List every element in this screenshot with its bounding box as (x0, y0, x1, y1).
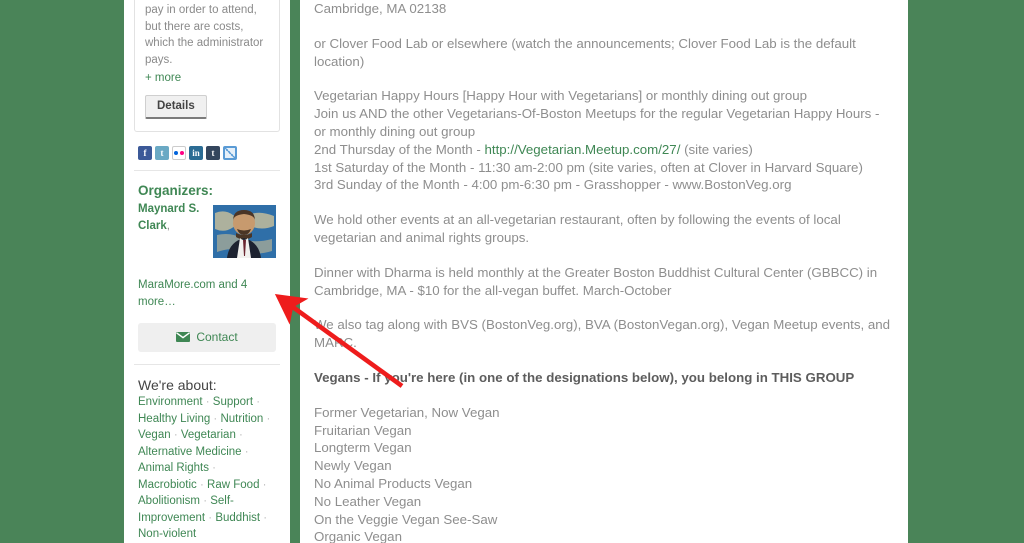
paragraph-schedule: 2nd Thursday of the Month - http://Veget… (314, 141, 894, 194)
paragraph-happy-hours: Vegetarian Happy Hours [Happy Hour with … (314, 87, 894, 140)
contact-button-label: Contact (196, 330, 238, 344)
organizers-section: Organizers: Maynard S. Clark, MaraMore.c… (124, 171, 290, 364)
tag-separator: · (170, 429, 181, 441)
organizer-block: Maynard S. Clark, (138, 201, 276, 265)
paragraph-tag-along: We also tag along with BVS (BostonVeg.or… (314, 317, 891, 351)
happy-hours-line-2: Join us AND the other Vegetarians-Of-Bos… (314, 106, 880, 139)
about-card: pay in order to attend, but there are co… (134, 0, 280, 132)
topic-tag[interactable]: Alternative Medicine (138, 446, 242, 458)
tag-separator: · (196, 478, 208, 491)
topic-tag[interactable]: Support (213, 396, 253, 408)
schedule-thursday-suffix: (site varies) (680, 141, 753, 157)
designation-item: Organic Vegan (314, 529, 402, 543)
schedule-sunday: 3rd Sunday of the Month - 4:00 pm-6:30 p… (314, 177, 792, 193)
organizer-name[interactable]: Maynard S. Clark, (138, 201, 214, 235)
envelope-icon (176, 332, 191, 342)
topic-tag[interactable]: Abolitionism (138, 495, 200, 507)
tag-separator: · (210, 412, 221, 425)
social-share-row: f t in t (124, 132, 290, 170)
tag-separator: · (260, 511, 268, 524)
topic-tag[interactable]: Animal Rights (138, 462, 209, 474)
address-line: Cambridge, MA 02138 (314, 1, 447, 16)
topic-tag[interactable]: Vegan (138, 429, 171, 441)
column-divider (290, 0, 300, 543)
topic-tag[interactable]: Raw Food (207, 479, 259, 491)
avatar (213, 205, 276, 258)
details-button[interactable]: Details (145, 95, 207, 119)
designation-item: On the Veggie Vegan See-Saw (314, 511, 498, 527)
organizer-photo[interactable] (213, 205, 276, 258)
tag-separator: · (200, 495, 211, 507)
schedule-saturday: 1st Saturday of the Month - 11:30 am-2:0… (314, 159, 863, 175)
topic-tag[interactable]: Non-violent Communication (138, 528, 218, 543)
topic-tag[interactable]: Macrobiotic (138, 479, 197, 491)
topic-tag[interactable]: Environment (138, 396, 203, 408)
organizer-more-link[interactable]: MaraMore.com and 4 more… (138, 277, 276, 311)
organizer-name-suffix: , (166, 220, 170, 232)
meetup-share-icon[interactable] (223, 146, 237, 160)
tag-separator: · (263, 412, 271, 425)
tag-separator: · (235, 429, 243, 441)
paragraph-location-note: or Clover Food Lab or elsewhere (watch t… (314, 35, 856, 69)
topic-tag-list: Environment · Support · Healthy Living ·… (138, 394, 276, 543)
designation-item: Newly Vegan (314, 458, 392, 474)
tag-separator: · (259, 478, 267, 491)
designation-list: Former Vegetarian, Now Vegan Fruitarian V… (314, 404, 894, 543)
topic-tag[interactable]: Healthy Living (138, 413, 210, 425)
tag-separator: · (253, 396, 261, 408)
topic-tag[interactable]: Buddhist (215, 512, 260, 524)
group-description: Cambridge, MA 02138 or Clover Food Lab o… (314, 0, 894, 543)
more-link[interactable]: + more (145, 72, 181, 84)
about-heading: We're about: (138, 377, 217, 393)
paragraph-dharma: Dinner with Dharma is held monthly at th… (314, 264, 878, 298)
sidebar: pay in order to attend, but there are co… (124, 0, 290, 543)
designation-item: No Animal Products Vegan (314, 475, 473, 491)
schedule-thursday-prefix: 2nd Thursday of the Month - (314, 141, 485, 157)
flickr-icon[interactable] (172, 146, 186, 160)
page-column: pay in order to attend, but there are co… (124, 0, 908, 543)
tag-separator: · (241, 445, 249, 458)
about-card-text: pay in order to attend, but there are co… (145, 4, 264, 66)
contact-button[interactable]: Contact (138, 323, 276, 352)
about-section: We're about: Environment · Support · Hea… (124, 365, 290, 543)
happy-hours-line-1: Vegetarian Happy Hours [Happy Hour with … (314, 88, 808, 104)
designation-item: No Leather Vegan (314, 493, 422, 509)
tumblr-icon[interactable]: t (206, 146, 220, 160)
topic-tag[interactable]: Vegetarian (181, 429, 236, 441)
vegans-callout: Vegans - If you're here (in one of the d… (314, 369, 855, 385)
designation-item: Longterm Vegan (314, 440, 412, 456)
tag-separator: · (205, 511, 216, 524)
screenshot-root: pay in order to attend, but there are co… (0, 0, 1024, 543)
tag-separator: · (208, 462, 216, 474)
twitter-icon[interactable]: t (155, 146, 169, 160)
meetup-link[interactable]: http://Vegetarian.Meetup.com/27/ (485, 142, 681, 157)
designation-item: Former Vegetarian, Now Vegan (314, 404, 500, 420)
facebook-icon[interactable]: f (138, 146, 152, 160)
paragraph-other-events: We hold other events at an all-vegetaria… (314, 212, 841, 245)
linkedin-icon[interactable]: in (189, 146, 203, 160)
designation-item: Fruitarian Vegan (314, 422, 412, 438)
topic-tag[interactable]: Nutrition (220, 413, 263, 425)
organizers-heading: Organizers: (138, 183, 214, 198)
tag-separator: · (202, 396, 213, 408)
